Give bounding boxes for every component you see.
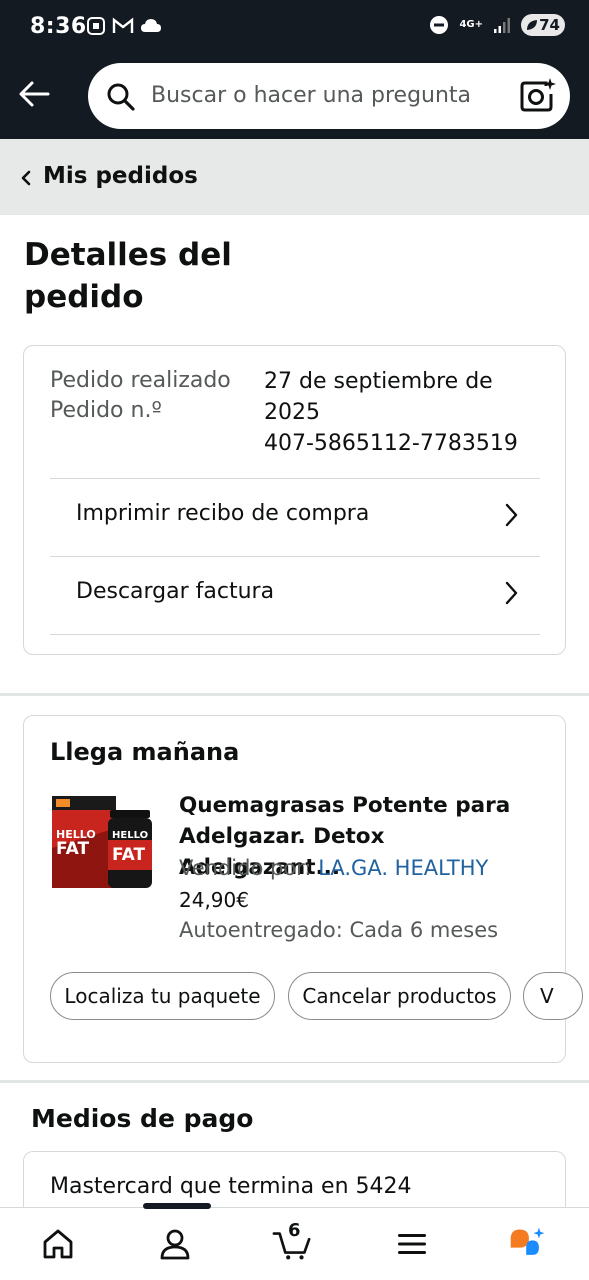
cart-count-badge: 6 bbox=[288, 1220, 301, 1241]
payment-section-title: Medios de pago bbox=[31, 1104, 254, 1133]
product-price: 24,90€ bbox=[179, 888, 249, 912]
home-icon bbox=[43, 1229, 73, 1259]
product-image[interactable]: HELLO FAT HELLO FAT bbox=[50, 788, 158, 896]
order-date-line2: 2025 bbox=[264, 400, 320, 425]
nav-rufus-assistant[interactable] bbox=[508, 1224, 548, 1264]
divider bbox=[50, 634, 540, 635]
active-tab-indicator bbox=[143, 1203, 211, 1209]
search-header: Buscar o hacer una pregunta bbox=[0, 56, 589, 139]
order-info-card: Pedido realizado Pedido n.º 27 de septie… bbox=[23, 345, 566, 655]
delivery-status: Llega mañana bbox=[50, 738, 240, 766]
breadcrumb[interactable]: Mis pedidos bbox=[0, 139, 589, 215]
order-number: 407-5865112-7783519 bbox=[264, 431, 518, 456]
seller-link[interactable]: LA.GA. HEALTHY bbox=[318, 856, 488, 880]
leaf-icon bbox=[527, 20, 538, 30]
breadcrumb-my-orders[interactable]: Mis pedidos bbox=[43, 163, 198, 189]
download-invoice-label: Descargar factura bbox=[76, 579, 275, 604]
nav-cart[interactable]: 6 bbox=[272, 1220, 312, 1264]
nav-menu[interactable] bbox=[392, 1224, 432, 1264]
screenshot-icon bbox=[87, 17, 105, 35]
product-bottle-text-2: FAT bbox=[112, 845, 145, 865]
print-receipt-row[interactable]: Imprimir recibo de compra bbox=[50, 478, 540, 556]
order-values: 27 de septiembre de 2025 407-5865112-778… bbox=[264, 366, 554, 459]
section-divider bbox=[0, 1080, 589, 1083]
section-divider bbox=[0, 693, 589, 696]
back-arrow-icon[interactable] bbox=[16, 76, 52, 112]
product-box-text-2: FAT bbox=[56, 839, 89, 859]
nav-account[interactable] bbox=[155, 1224, 195, 1264]
order-placed-label: Pedido realizado bbox=[50, 368, 231, 393]
product-bottle-text-1: HELLO bbox=[112, 830, 148, 841]
chevron-right-icon bbox=[505, 503, 518, 527]
order-labels: Pedido realizado Pedido n.º bbox=[50, 366, 231, 426]
signal-icon bbox=[494, 18, 510, 33]
seller-line: Vendido por: LA.GA. HEALTHY bbox=[179, 856, 488, 880]
page-title: Detalles del pedido bbox=[24, 237, 232, 315]
search-bar[interactable]: Buscar o hacer una pregunta bbox=[88, 63, 570, 129]
sold-by-label: Vendido por: bbox=[179, 856, 312, 880]
order-date-line1: 27 de septiembre de bbox=[264, 369, 493, 394]
battery-indicator: 74 bbox=[521, 14, 565, 36]
track-package-button[interactable]: Localiza tu paquete bbox=[50, 972, 275, 1020]
download-invoice-row[interactable]: Descargar factura bbox=[50, 556, 540, 634]
network-type-label: 4G+ bbox=[459, 19, 483, 30]
rufus-assistant-icon bbox=[510, 1227, 545, 1255]
bottom-nav: 6 bbox=[0, 1203, 589, 1280]
status-system-icons: 4G+ 74 bbox=[429, 14, 565, 36]
camera-lens-icon[interactable] bbox=[518, 77, 556, 115]
order-number-label: Pedido n.º bbox=[50, 398, 162, 423]
delivery-card: Llega mañana HELLO FAT HELLO FAT Quemagr… bbox=[23, 715, 583, 1063]
payment-method: Mastercard que termina en 5424 bbox=[50, 1174, 412, 1199]
gmail-icon bbox=[112, 17, 134, 33]
account-icon bbox=[160, 1229, 190, 1260]
status-bar: 8:36 4G+ 74 bbox=[0, 0, 589, 56]
status-time: 8:36 bbox=[30, 14, 87, 39]
chevron-right-icon bbox=[505, 581, 518, 605]
search-input[interactable]: Buscar o hacer una pregunta bbox=[151, 83, 471, 108]
more-actions-button[interactable]: V bbox=[523, 972, 583, 1020]
search-icon bbox=[107, 83, 135, 111]
status-notification-icons bbox=[86, 16, 162, 36]
print-receipt-label: Imprimir recibo de compra bbox=[76, 501, 370, 526]
chevron-left-icon bbox=[21, 170, 31, 186]
cloud-icon bbox=[141, 19, 161, 32]
subscription-info: Autoentregado: Cada 6 meses bbox=[179, 918, 499, 942]
nav-home[interactable] bbox=[38, 1224, 78, 1264]
do-not-disturb-icon bbox=[430, 16, 449, 34]
hamburger-menu-icon bbox=[398, 1234, 426, 1254]
battery-level: 74 bbox=[539, 16, 560, 34]
cancel-items-button[interactable]: Cancelar productos bbox=[288, 972, 511, 1020]
